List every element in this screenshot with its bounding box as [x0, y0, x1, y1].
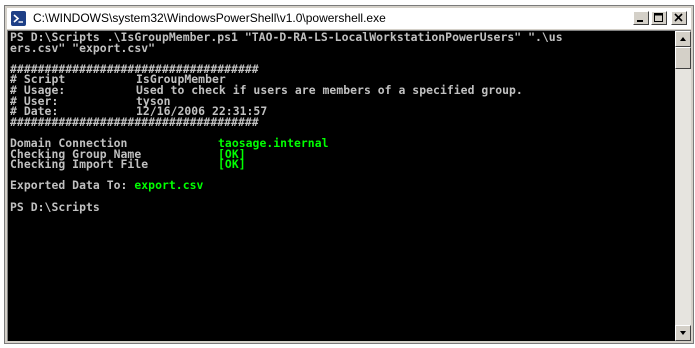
arrow-up-icon	[680, 37, 686, 41]
header-value: Used to check if users are members of a …	[136, 82, 523, 97]
hash-separator: ####################################	[10, 114, 259, 129]
check-label: Checking Import File	[10, 157, 149, 172]
vertical-scrollbar[interactable]	[675, 31, 691, 341]
window-title: C:\WINDOWS\system32\WindowsPowerShell\v1…	[33, 11, 386, 25]
arrow-down-icon	[680, 331, 686, 335]
title-bar[interactable]: C:\WINDOWS\system32\WindowsPowerShell\v1…	[7, 8, 691, 29]
prompt-line: PS D:\Scripts	[10, 199, 100, 214]
header-row: # User: tyson	[10, 95, 675, 106]
check-value: [OK]	[218, 157, 246, 172]
scroll-down-button[interactable]	[675, 325, 691, 341]
scrollbar-thumb[interactable]	[675, 47, 691, 69]
minimize-icon	[637, 20, 643, 22]
maximize-icon	[654, 13, 663, 22]
powershell-window: C:\WINDOWS\system32\WindowsPowerShell\v1…	[4, 5, 694, 344]
command-line-continued: ers.csv" "export.csv"	[10, 40, 156, 55]
console-client-area: PS D:\Scripts .\IsGroupMember.ps1 "TAO-D…	[7, 30, 691, 341]
console-output[interactable]: PS D:\Scripts .\IsGroupMember.ps1 "TAO-D…	[8, 31, 675, 341]
scroll-up-button[interactable]	[675, 31, 691, 47]
close-icon	[674, 13, 683, 22]
export-line: Exported Data To: export.csv	[10, 180, 675, 191]
maximize-button[interactable]	[651, 11, 667, 25]
minimize-button[interactable]	[633, 11, 649, 25]
hash-separator: ####################################	[10, 61, 259, 76]
header-row: # Usage: Used to check if users are membe…	[10, 82, 675, 97]
close-button[interactable]	[671, 11, 687, 25]
export-value: export.csv	[134, 178, 204, 193]
powershell-icon[interactable]	[11, 11, 26, 26]
check-row: Checking Import File [OK]	[10, 157, 675, 172]
export-label: Exported Data To:	[10, 178, 135, 193]
